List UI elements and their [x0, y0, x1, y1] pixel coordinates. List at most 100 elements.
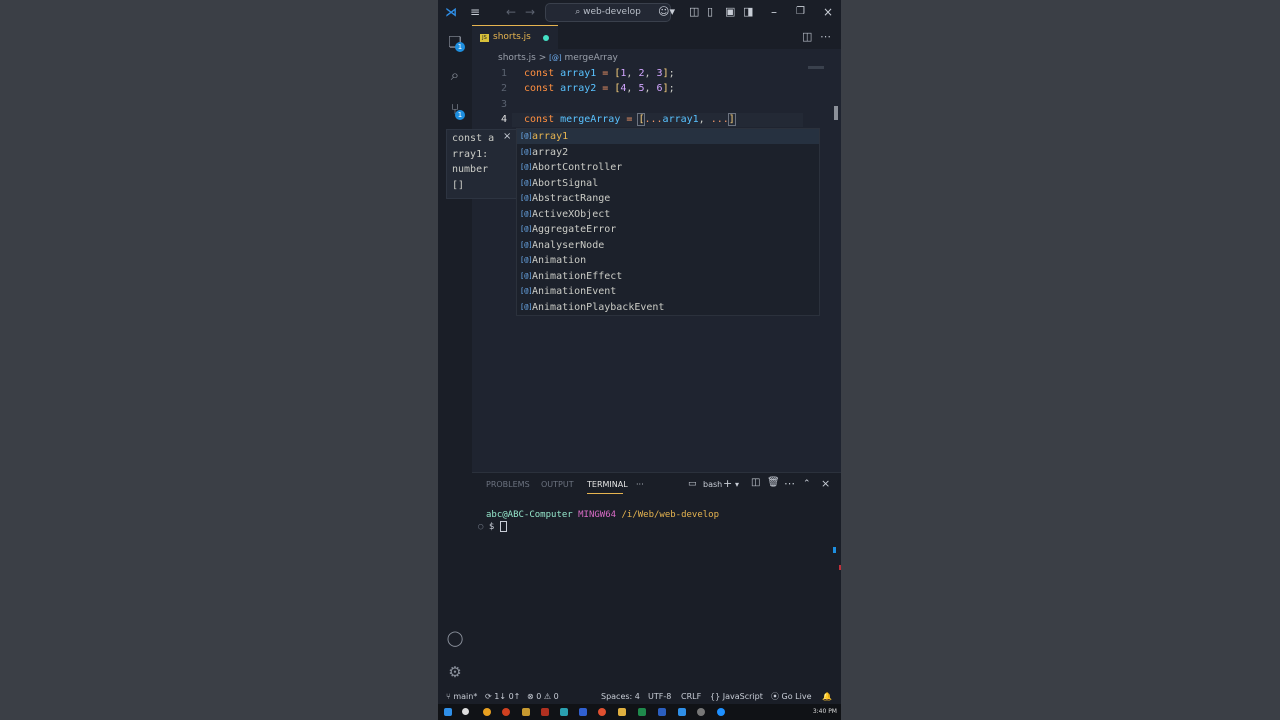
- sync-status[interactable]: ⟳ 1↓ 0↑: [485, 692, 520, 701]
- word-icon[interactable]: [658, 708, 666, 716]
- suggestion-label: AbortController: [532, 162, 623, 173]
- notifications-bell-icon[interactable]: 🔔: [822, 692, 832, 701]
- split-editor-icon[interactable]: ◫: [802, 30, 812, 43]
- restore-icon[interactable]: ❐: [796, 5, 805, 19]
- breadcrumb-symbol[interactable]: mergeArray: [565, 53, 618, 63]
- variable-reference: array1: [662, 114, 699, 125]
- chevron-down-icon[interactable]: ▾: [735, 480, 739, 489]
- line-number: 4: [500, 114, 507, 125]
- copilot-icon[interactable]: ☺▾: [658, 5, 675, 19]
- suggestion-item[interactable]: [@] ActiveXObject: [517, 207, 819, 222]
- suggestion-item[interactable]: [@] AnalyserNode: [517, 238, 819, 253]
- language-status[interactable]: {} JavaScript: [710, 692, 763, 701]
- terminal-input-line[interactable]: ○ $: [478, 521, 507, 533]
- suggestion-item[interactable]: [@] Animation: [517, 253, 819, 268]
- app-icon[interactable]: [560, 708, 568, 716]
- problems-status[interactable]: ⊗ 0 ⚠ 0: [527, 692, 559, 701]
- excel-icon[interactable]: [638, 708, 646, 716]
- variable-icon: [@]: [520, 163, 533, 171]
- breadcrumb-separator: >: [538, 53, 547, 63]
- search-view-icon[interactable]: ⌕: [445, 66, 465, 84]
- new-terminal-icon[interactable]: +: [723, 477, 732, 490]
- number: 1: [620, 68, 627, 79]
- toggle-sidebar-icon[interactable]: ◫: [689, 5, 699, 19]
- toggle-secondary-sidebar-icon[interactable]: ◨: [743, 5, 753, 19]
- go-live-button[interactable]: ⦿ Go Live: [771, 692, 812, 701]
- variable-icon: [@]: [520, 287, 533, 295]
- scrollbar[interactable]: [834, 106, 838, 120]
- suggestion-item[interactable]: [@] AnimationPlaybackEvent: [517, 300, 819, 315]
- suggestion-item[interactable]: [@] AbstractRange: [517, 191, 819, 206]
- suggestion-label: AnalyserNode: [532, 239, 605, 251]
- eol-status[interactable]: CRLF: [681, 692, 701, 701]
- vscode-window: ⋊ ≡ ← → ⌕ web-develop ☺▾ ◫ ▯ ▣ ◨ – ❐ × ❏…: [438, 0, 841, 720]
- settings-gear-icon[interactable]: ⚙: [445, 663, 465, 681]
- app-icon[interactable]: [697, 708, 705, 716]
- terminal-decoration-icon: ○: [478, 522, 484, 532]
- forward-arrow-icon[interactable]: →: [525, 5, 535, 19]
- folder-icon[interactable]: [618, 708, 626, 716]
- maximize-panel-icon[interactable]: ⌃: [803, 479, 811, 489]
- chrome-icon[interactable]: [483, 708, 491, 716]
- tab-output[interactable]: OUTPUT: [541, 480, 574, 489]
- split-terminal-icon[interactable]: ◫: [751, 477, 760, 488]
- suggestion-item[interactable]: [@] AnimationEvent: [517, 284, 819, 299]
- panel-more-icon[interactable]: ···: [636, 480, 644, 489]
- terminal-scrollbar-marker: [833, 547, 836, 553]
- operator: =: [626, 114, 633, 125]
- hover-line: rray1:: [452, 149, 489, 160]
- close-details-icon[interactable]: ×: [503, 131, 511, 142]
- close-panel-icon[interactable]: ×: [821, 477, 830, 490]
- comma: ,: [698, 114, 705, 125]
- hover-line: []: [452, 180, 465, 191]
- suggestion-item[interactable]: [@] array2: [517, 145, 819, 160]
- app-icon[interactable]: [579, 708, 587, 716]
- more-actions-icon[interactable]: ⋯: [820, 30, 831, 43]
- file-explorer-icon[interactable]: [522, 708, 530, 716]
- terminal-host: MINGW64: [578, 510, 617, 520]
- app-icon[interactable]: [598, 708, 606, 716]
- more-actions-icon[interactable]: ⋯: [784, 477, 795, 490]
- suggestion-label: AggregateError: [532, 224, 617, 235]
- taskbar-clock[interactable]: 3:40 PM: [813, 708, 837, 715]
- tab-problems[interactable]: PROBLEMS: [486, 480, 530, 489]
- indentation-status[interactable]: Spaces: 4: [601, 692, 640, 701]
- close-icon[interactable]: ×: [823, 5, 833, 19]
- suggestion-item[interactable]: [@] AbortController: [517, 160, 819, 175]
- number: 5: [638, 83, 645, 94]
- back-arrow-icon[interactable]: ←: [506, 5, 516, 19]
- suggestion-item[interactable]: [@] AggregateError: [517, 222, 819, 237]
- suggestion-label: AnimationEvent: [532, 286, 617, 297]
- encoding-status[interactable]: UTF-8: [648, 692, 671, 701]
- suggestion-item[interactable]: [@] AnimationEffect: [517, 269, 819, 284]
- tab-shorts-js[interactable]: JS shorts.js: [472, 25, 558, 49]
- minimize-icon[interactable]: –: [771, 5, 777, 19]
- minimap[interactable]: [808, 66, 824, 69]
- suggestion-item[interactable]: [@] array1: [517, 129, 819, 144]
- hover-line: const a: [452, 133, 495, 144]
- line-number: 1: [500, 68, 507, 79]
- trash-icon[interactable]: 🗑: [767, 477, 780, 488]
- account-icon[interactable]: ◯: [445, 629, 465, 647]
- vscode-taskbar-icon[interactable]: [678, 708, 686, 716]
- terminal-shell-label[interactable]: bash: [703, 480, 722, 489]
- activity-bar: ❏ 1 ⌕ ⑂ 1 ◯ ⚙: [438, 25, 472, 688]
- breadcrumb-file[interactable]: shorts.js: [498, 53, 536, 63]
- suggestion-item[interactable]: [@] AbortSignal: [517, 176, 819, 191]
- app-icon[interactable]: [502, 708, 510, 716]
- branch-status[interactable]: ⑂ main*: [446, 692, 477, 701]
- taskbar-search-icon[interactable]: [462, 708, 469, 715]
- windows-start-icon[interactable]: [444, 708, 452, 716]
- app-icon[interactable]: [717, 708, 725, 716]
- variable-name: array2: [560, 83, 597, 94]
- keyword: const: [524, 114, 555, 125]
- toggle-panel-icon[interactable]: ▣: [725, 5, 735, 19]
- menu-icon[interactable]: ≡: [470, 5, 480, 19]
- toggle-primary-sidebar-icon[interactable]: ▯: [707, 5, 713, 19]
- error-icon: ⊗: [527, 692, 537, 701]
- semicolon: ;: [668, 68, 675, 79]
- app-icon[interactable]: [541, 708, 549, 716]
- tab-terminal[interactable]: TERMINAL: [587, 480, 628, 489]
- command-center-search[interactable]: ⌕ web-develop: [545, 3, 671, 22]
- unsaved-dot-icon[interactable]: [543, 35, 549, 41]
